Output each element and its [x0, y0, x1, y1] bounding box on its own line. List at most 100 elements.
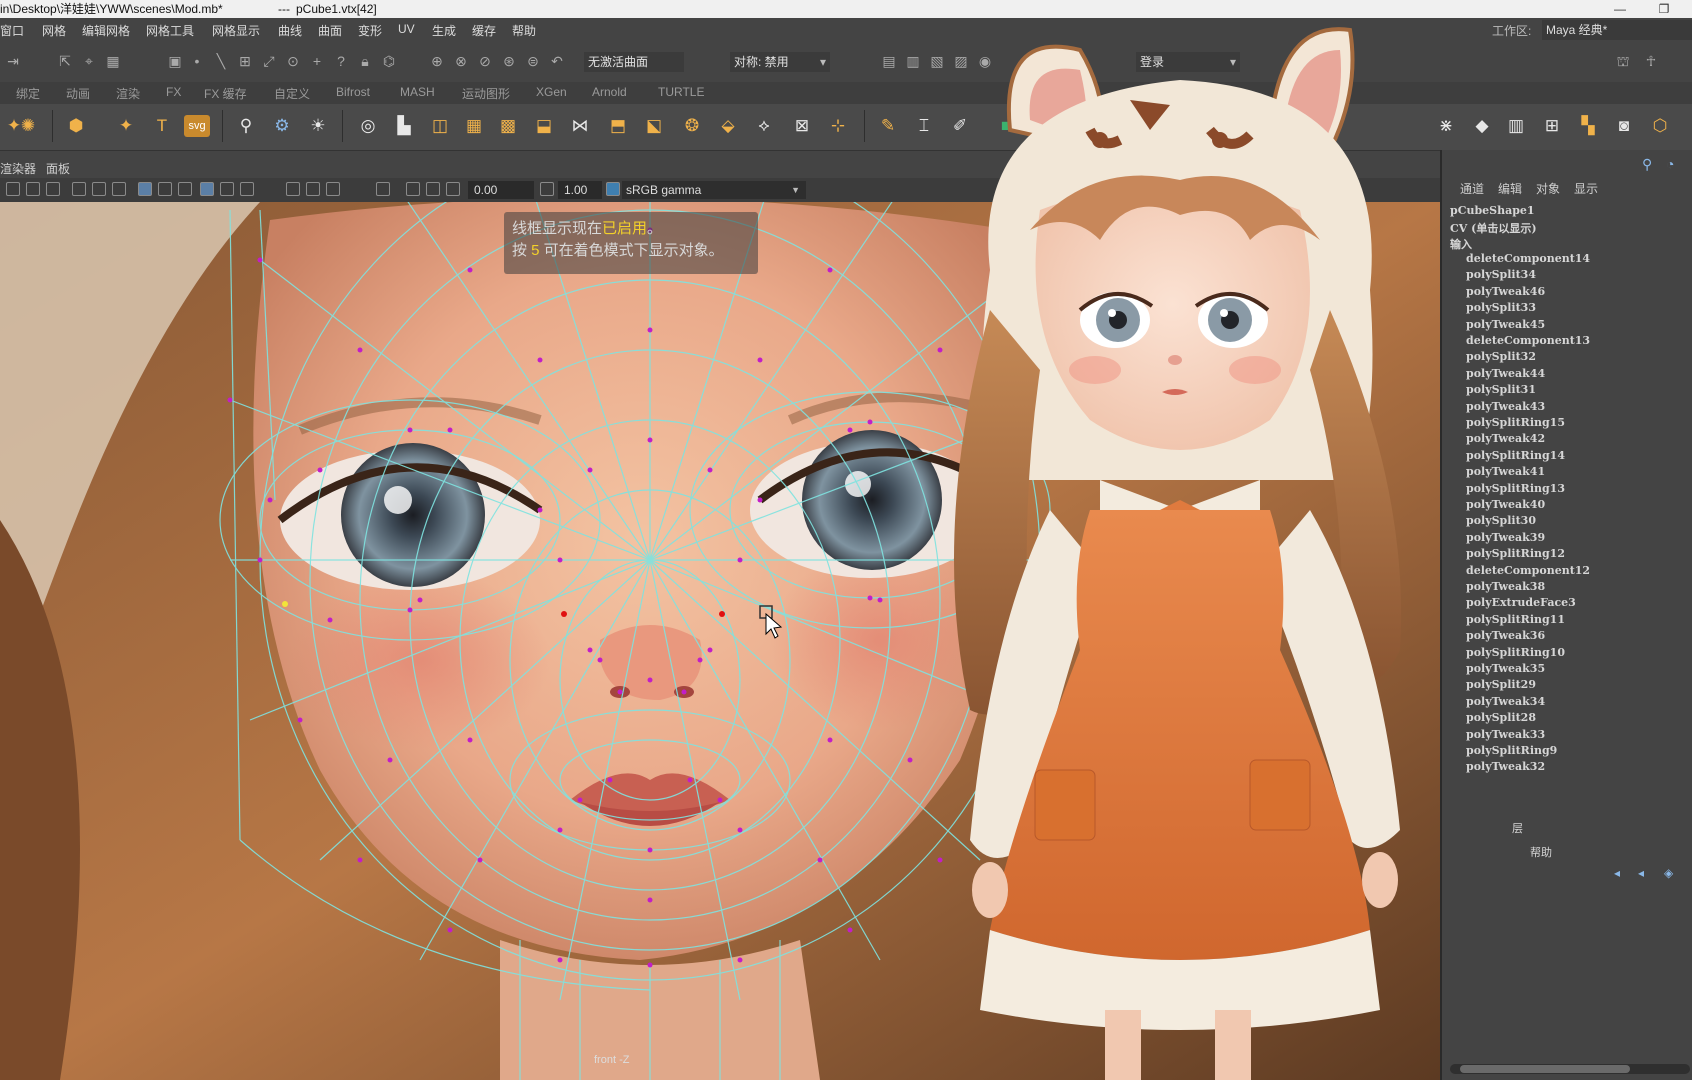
- image-plane-icon[interactable]: [46, 182, 60, 196]
- question-icon[interactable]: ?: [332, 52, 350, 70]
- lights-icon[interactable]: [240, 182, 254, 196]
- render-preview-icon[interactable]: ◙: [1610, 112, 1638, 140]
- text-icon[interactable]: T: [148, 112, 176, 140]
- shadows-icon[interactable]: [286, 182, 300, 196]
- attribute-editor-icon[interactable]: ◔: [1666, 156, 1674, 172]
- shelf-tab-mash[interactable]: MASH: [400, 85, 435, 99]
- resolution-gate-icon[interactable]: [112, 182, 126, 196]
- menu-cache[interactable]: 缓存: [472, 22, 496, 39]
- menu-edit-mesh[interactable]: 编辑网格: [82, 22, 130, 39]
- soft-select-vertex[interactable]: [282, 601, 288, 607]
- boolean-icon[interactable]: ⊠: [788, 112, 816, 140]
- select-hierarchy-icon[interactable]: ⇱: [56, 52, 74, 70]
- character-controls-icon[interactable]: ☥: [1642, 52, 1660, 70]
- shelf-tab-fx-cache[interactable]: FX 缓存: [204, 85, 247, 102]
- snap-surface-icon[interactable]: ⊜: [524, 52, 542, 70]
- light-icon[interactable]: ☀: [304, 112, 332, 140]
- menu-mesh-display[interactable]: 网格显示: [212, 22, 260, 39]
- separate-icon[interactable]: ▙: [390, 112, 418, 140]
- shelf-tab-fx[interactable]: FX: [166, 85, 181, 99]
- film-gate-icon[interactable]: [92, 182, 106, 196]
- vertex-mode-icon[interactable]: ▣: [166, 52, 184, 70]
- sphere-icon[interactable]: ❂: [678, 112, 706, 140]
- shelf-tab-rendering[interactable]: 渲染: [116, 85, 140, 102]
- shelf-tab-rigging[interactable]: 绑定: [16, 85, 40, 102]
- pivot-icon[interactable]: ⊙: [284, 52, 302, 70]
- ambient-occlusion-icon[interactable]: [306, 182, 320, 196]
- point-mode-icon[interactable]: •: [188, 52, 206, 70]
- combine-icon[interactable]: ◎: [354, 112, 382, 140]
- shelf-tab-turtle[interactable]: TURTLE: [658, 85, 704, 99]
- select-object-icon[interactable]: ⌖: [80, 52, 98, 70]
- modeling-toolkit-icon[interactable]: ⛫: [1614, 52, 1632, 70]
- motion-blur-icon[interactable]: [326, 182, 340, 196]
- restore-icon[interactable]: ❐: [1644, 0, 1684, 18]
- soccerball-icon[interactable]: ⬢: [62, 112, 90, 140]
- select-component-icon[interactable]: ▦: [104, 52, 122, 70]
- bridge-icon[interactable]: ⬓: [530, 112, 558, 140]
- undo-snap-icon[interactable]: ↶: [548, 52, 566, 70]
- wireframe-on-shaded-icon[interactable]: [200, 182, 214, 196]
- color-management-icon[interactable]: [606, 182, 620, 196]
- pencil-icon[interactable]: ✎: [874, 112, 902, 140]
- mirror-icon[interactable]: ◫: [426, 112, 454, 140]
- live-surface-field[interactable]: 无激活曲面: [584, 52, 684, 72]
- snap-grid-icon[interactable]: ⊕: [428, 52, 446, 70]
- menu-window[interactable]: 窗口: [0, 22, 24, 39]
- textured-icon[interactable]: [178, 182, 192, 196]
- fill-hole-icon[interactable]: ⬕: [640, 112, 668, 140]
- snap-point-icon[interactable]: ⊘: [476, 52, 494, 70]
- hud-icon[interactable]: [406, 182, 420, 196]
- minimize-icon[interactable]: —: [1600, 0, 1640, 18]
- package-icon[interactable]: ⬡: [1646, 112, 1674, 140]
- uv-mode-icon[interactable]: ⤢: [260, 52, 278, 70]
- camera-attributes-icon[interactable]: [6, 182, 20, 196]
- lock-icon[interactable]: 🔒︎: [356, 52, 374, 70]
- shelf-tab-xgen[interactable]: XGen: [536, 85, 567, 99]
- snap-curve-icon[interactable]: ⊗: [452, 52, 470, 70]
- shelf-tab-bifrost[interactable]: Bifrost: [336, 85, 370, 99]
- bookmark-icon[interactable]: [26, 182, 40, 196]
- layer-prev-icon[interactable]: ◂: [1614, 866, 1620, 880]
- panel-menu-renderer[interactable]: 渲染器: [0, 160, 36, 177]
- menu-help[interactable]: 帮助: [512, 22, 536, 39]
- smooth-icon[interactable]: ▦: [460, 112, 488, 140]
- menu-deform[interactable]: 变形: [358, 22, 382, 39]
- color-space-dropdown[interactable]: sRGB gamma: [622, 181, 806, 199]
- multicut-icon[interactable]: ⋈: [566, 112, 594, 140]
- grid-toggle-icon[interactable]: [72, 182, 86, 196]
- lasso-select-icon[interactable]: ⌬: [380, 52, 398, 70]
- channel-layout-icon[interactable]: ⚲: [1642, 156, 1652, 173]
- plus-icon[interactable]: +: [308, 52, 326, 70]
- platonic-icon[interactable]: ✺: [14, 112, 42, 140]
- gamma-field[interactable]: 1.00: [558, 181, 602, 199]
- new-layer-icon[interactable]: ◈: [1664, 866, 1673, 880]
- snap-view-icon[interactable]: ⊛: [500, 52, 518, 70]
- sculpt-icon[interactable]: ⚙: [268, 112, 296, 140]
- isolate-select-icon[interactable]: [376, 182, 390, 196]
- menu-mesh[interactable]: 网格: [42, 22, 66, 39]
- selected-vertex-left[interactable]: [561, 611, 567, 617]
- menu-mesh-tools[interactable]: 网格工具: [146, 22, 194, 39]
- gamma-icon[interactable]: [540, 182, 554, 196]
- selected-vertex-right[interactable]: [719, 611, 725, 617]
- smooth-shade-icon[interactable]: [158, 182, 172, 196]
- exposure-icon[interactable]: [446, 182, 460, 196]
- menu-curves[interactable]: 曲线: [278, 22, 302, 39]
- shelf-tab-motion-graphics[interactable]: 运动图形: [462, 85, 510, 102]
- xray-joints-icon[interactable]: [426, 182, 440, 196]
- menu-generate[interactable]: 生成: [432, 22, 456, 39]
- svg-icon[interactable]: svg: [184, 115, 210, 137]
- bevel-icon[interactable]: ▩: [494, 112, 522, 140]
- shelf-tab-arnold[interactable]: Arnold: [592, 85, 627, 99]
- menu-uv[interactable]: UV: [398, 22, 415, 36]
- menu-set-icon[interactable]: ⇥: [4, 52, 22, 70]
- cube-icon[interactable]: ⬙: [714, 112, 742, 140]
- plane-icon[interactable]: ⟡: [750, 112, 778, 140]
- render-frame-icon[interactable]: ▥: [904, 52, 922, 70]
- wireframe-icon[interactable]: [138, 182, 152, 196]
- reduce-icon[interactable]: ⊹: [824, 112, 852, 140]
- menu-surfaces[interactable]: 曲面: [318, 22, 342, 39]
- shelf-tab-custom[interactable]: 自定义: [274, 85, 310, 102]
- star-icon[interactable]: ✦: [112, 112, 140, 140]
